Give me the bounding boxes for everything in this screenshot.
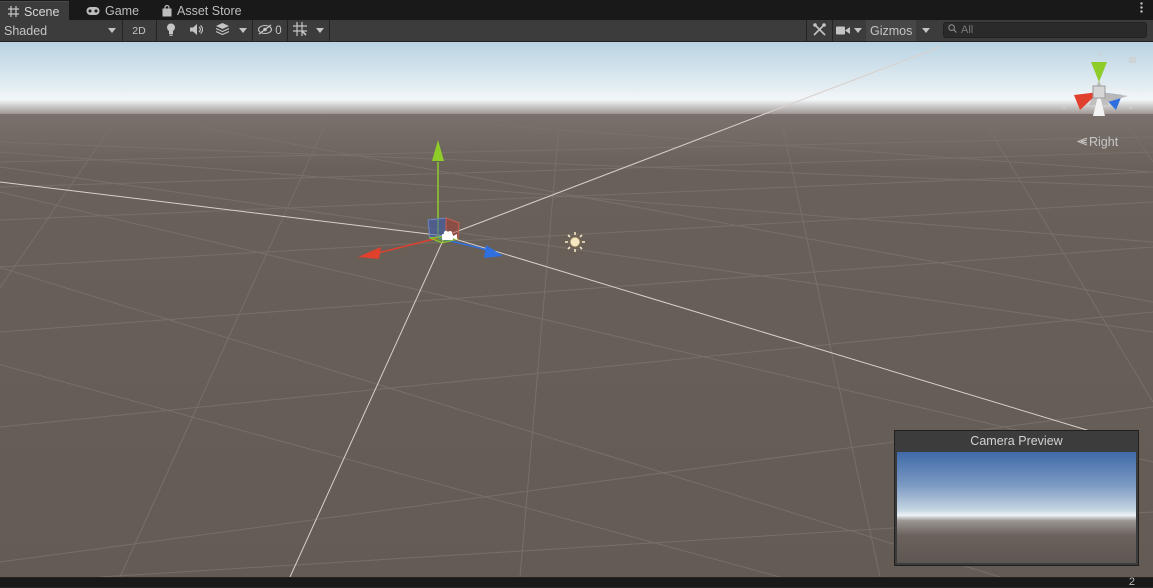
chevron-down-icon <box>108 28 116 33</box>
sky <box>0 42 1153 114</box>
perspective-icon <box>1076 135 1088 149</box>
effects-dropdown[interactable] <box>236 20 250 41</box>
camera-preview-panel: Camera Preview <box>894 430 1139 566</box>
toolbar-divider <box>122 20 123 41</box>
audio-toggle[interactable] <box>185 20 207 41</box>
chevron-down-icon <box>239 28 247 33</box>
camera-preview-image <box>897 452 1136 563</box>
directional-light-icon[interactable] <box>565 232 585 252</box>
tab-asset-store[interactable]: Asset Store <box>154 1 252 20</box>
chevron-down-icon <box>316 28 324 33</box>
tab-game[interactable]: Game <box>78 1 149 20</box>
draw-mode-label: Shaded <box>4 23 48 38</box>
light-bulb-icon <box>166 23 176 39</box>
grid-dropdown[interactable] <box>313 20 327 41</box>
camera-preview-title: Camera Preview <box>970 434 1063 448</box>
tab-label: Game <box>105 3 140 18</box>
mode-2d-toggle[interactable]: 2D <box>126 20 152 41</box>
toolbar-divider <box>156 20 157 41</box>
view-orientation-text: Right <box>1089 135 1119 149</box>
gizmos-label: Gizmos <box>870 23 913 38</box>
chevron-down-icon <box>854 28 862 33</box>
z-axis-label: z <box>1129 101 1134 111</box>
more-options-icon[interactable] <box>1140 2 1143 16</box>
hidden-objects-toggle[interactable]: 0 <box>255 20 285 41</box>
toolbar-divider <box>832 20 833 41</box>
grid-snap-icon <box>293 22 307 39</box>
scene-viewport[interactable]: y x z Right Camera Preview <box>0 42 1153 577</box>
scene-toolbar: Shaded 2D 0 Gizmos All <box>0 20 1153 42</box>
tab-label: Scene <box>24 4 60 19</box>
tools-toggle[interactable] <box>808 20 830 41</box>
gamepad-icon <box>86 6 100 16</box>
speaker-icon <box>189 23 203 38</box>
layers-icon <box>215 23 229 38</box>
draw-mode-dropdown[interactable]: Shaded <box>0 20 122 41</box>
lock-icon[interactable] <box>1129 57 1136 63</box>
camera-settings-button[interactable] <box>834 20 852 41</box>
shopping-bag-icon <box>162 4 172 17</box>
camera-settings-dropdown[interactable] <box>852 20 864 41</box>
chevron-down-icon <box>922 28 930 33</box>
toolbar-divider <box>806 20 807 41</box>
x-axis-label: x <box>1061 101 1066 111</box>
scene-search-field[interactable] <box>943 22 1147 38</box>
eye-slash-icon <box>258 24 274 38</box>
effects-toggle[interactable] <box>210 20 234 41</box>
grid-snapping-toggle[interactable] <box>289 20 311 41</box>
status-count: 2 <box>1128 576 1135 588</box>
hidden-count: 0 <box>275 24 282 37</box>
view-orientation-label[interactable]: Right <box>1076 135 1119 149</box>
toolbar-divider <box>252 20 253 41</box>
editor-tab-bar: Scene Game Asset Store <box>0 0 1153 21</box>
search-input[interactable] <box>957 24 1141 36</box>
wrench-icon <box>812 22 826 39</box>
gizmos-dropdown[interactable] <box>918 20 934 41</box>
grid-icon <box>8 6 19 17</box>
toolbar-divider <box>329 20 330 41</box>
gizmos-toggle[interactable]: Gizmos <box>866 20 916 41</box>
mode-2d-label: 2D <box>132 24 146 37</box>
tab-scene[interactable]: Scene <box>0 1 70 21</box>
y-axis-label: y <box>1097 49 1102 59</box>
center-cube[interactable] <box>1092 85 1106 99</box>
video-camera-icon <box>836 24 850 38</box>
lighting-toggle[interactable] <box>160 20 182 41</box>
search-icon <box>948 24 957 36</box>
toolbar-divider <box>287 20 288 41</box>
tab-label: Asset Store <box>177 3 242 18</box>
